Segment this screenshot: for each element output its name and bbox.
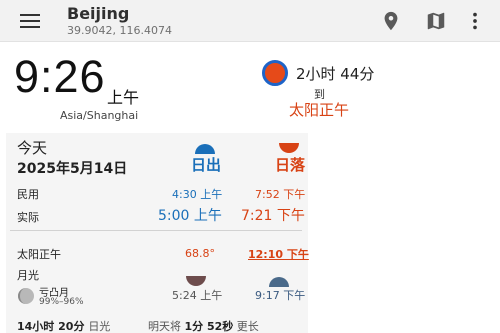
map-icon[interactable] <box>425 10 447 32</box>
actual-label: 实际 <box>17 211 39 224</box>
sunrise-icon <box>195 144 215 154</box>
civil-sunrise-time[interactable]: 4:30 上午 <box>172 186 222 202</box>
solar-noon-angle: 68.8° <box>185 247 215 260</box>
sunrise-header[interactable]: 日出 <box>191 154 221 175</box>
tomorrow-difference: 1分 52秒 <box>184 320 234 333</box>
moonset-time[interactable]: 5:24 上午 <box>172 287 222 303</box>
actual-sunset-time[interactable]: 7:21 下午 <box>241 205 305 225</box>
sun-position-icon <box>262 60 288 86</box>
tomorrow-summary: 明天将 1分 52秒 更长 <box>148 318 259 333</box>
moon-illumination: 99%–96% <box>39 297 84 307</box>
civil-sunset-time[interactable]: 7:52 下午 <box>255 186 305 202</box>
sunset-header[interactable]: 日落 <box>275 154 305 175</box>
card-divider <box>10 230 302 231</box>
moonlight-label: 月光 <box>17 269 39 282</box>
moon-phase-icon <box>18 288 34 304</box>
tomorrow-suffix: 更长 <box>236 320 259 333</box>
location-title[interactable]: Beijing <box>67 4 129 23</box>
countdown-text: 2小时 44分 <box>296 65 375 83</box>
current-time-ampm: 上午 <box>107 88 140 107</box>
daylight-summary: 14小时 20分 日光 <box>17 318 110 333</box>
sunset-icon <box>279 143 299 153</box>
daylight-hours: 14小时 <box>17 320 55 333</box>
current-time: 9:26 <box>14 51 106 102</box>
location-pin-icon[interactable] <box>380 10 402 32</box>
app-bar: Beijing 39.9042, 116.4074 <box>0 0 500 42</box>
solar-noon-time[interactable]: 12:10 下午 <box>248 246 309 262</box>
more-vert-icon[interactable] <box>464 10 486 32</box>
moonrise-time[interactable]: 9:17 下午 <box>255 287 305 303</box>
day-date: 2025年5月14日 <box>17 161 128 177</box>
menu-icon[interactable] <box>20 13 40 29</box>
daylight-label: 日光 <box>88 320 111 333</box>
location-coordinates: 39.9042, 116.4074 <box>67 24 172 37</box>
day-label: 今天 <box>17 139 48 157</box>
next-event-label[interactable]: 太阳正午 <box>289 99 349 120</box>
timezone-label[interactable]: Asia/Shanghai <box>60 109 138 122</box>
solar-noon-label: 太阳正午 <box>17 248 61 261</box>
tomorrow-prefix: 明天将 <box>148 320 181 333</box>
actual-sunrise-time[interactable]: 5:00 上午 <box>158 205 222 225</box>
daylight-minutes: 20分 <box>58 320 85 333</box>
moonset-icon <box>186 276 206 286</box>
moonrise-icon <box>269 277 289 287</box>
civil-label: 民用 <box>17 188 39 201</box>
